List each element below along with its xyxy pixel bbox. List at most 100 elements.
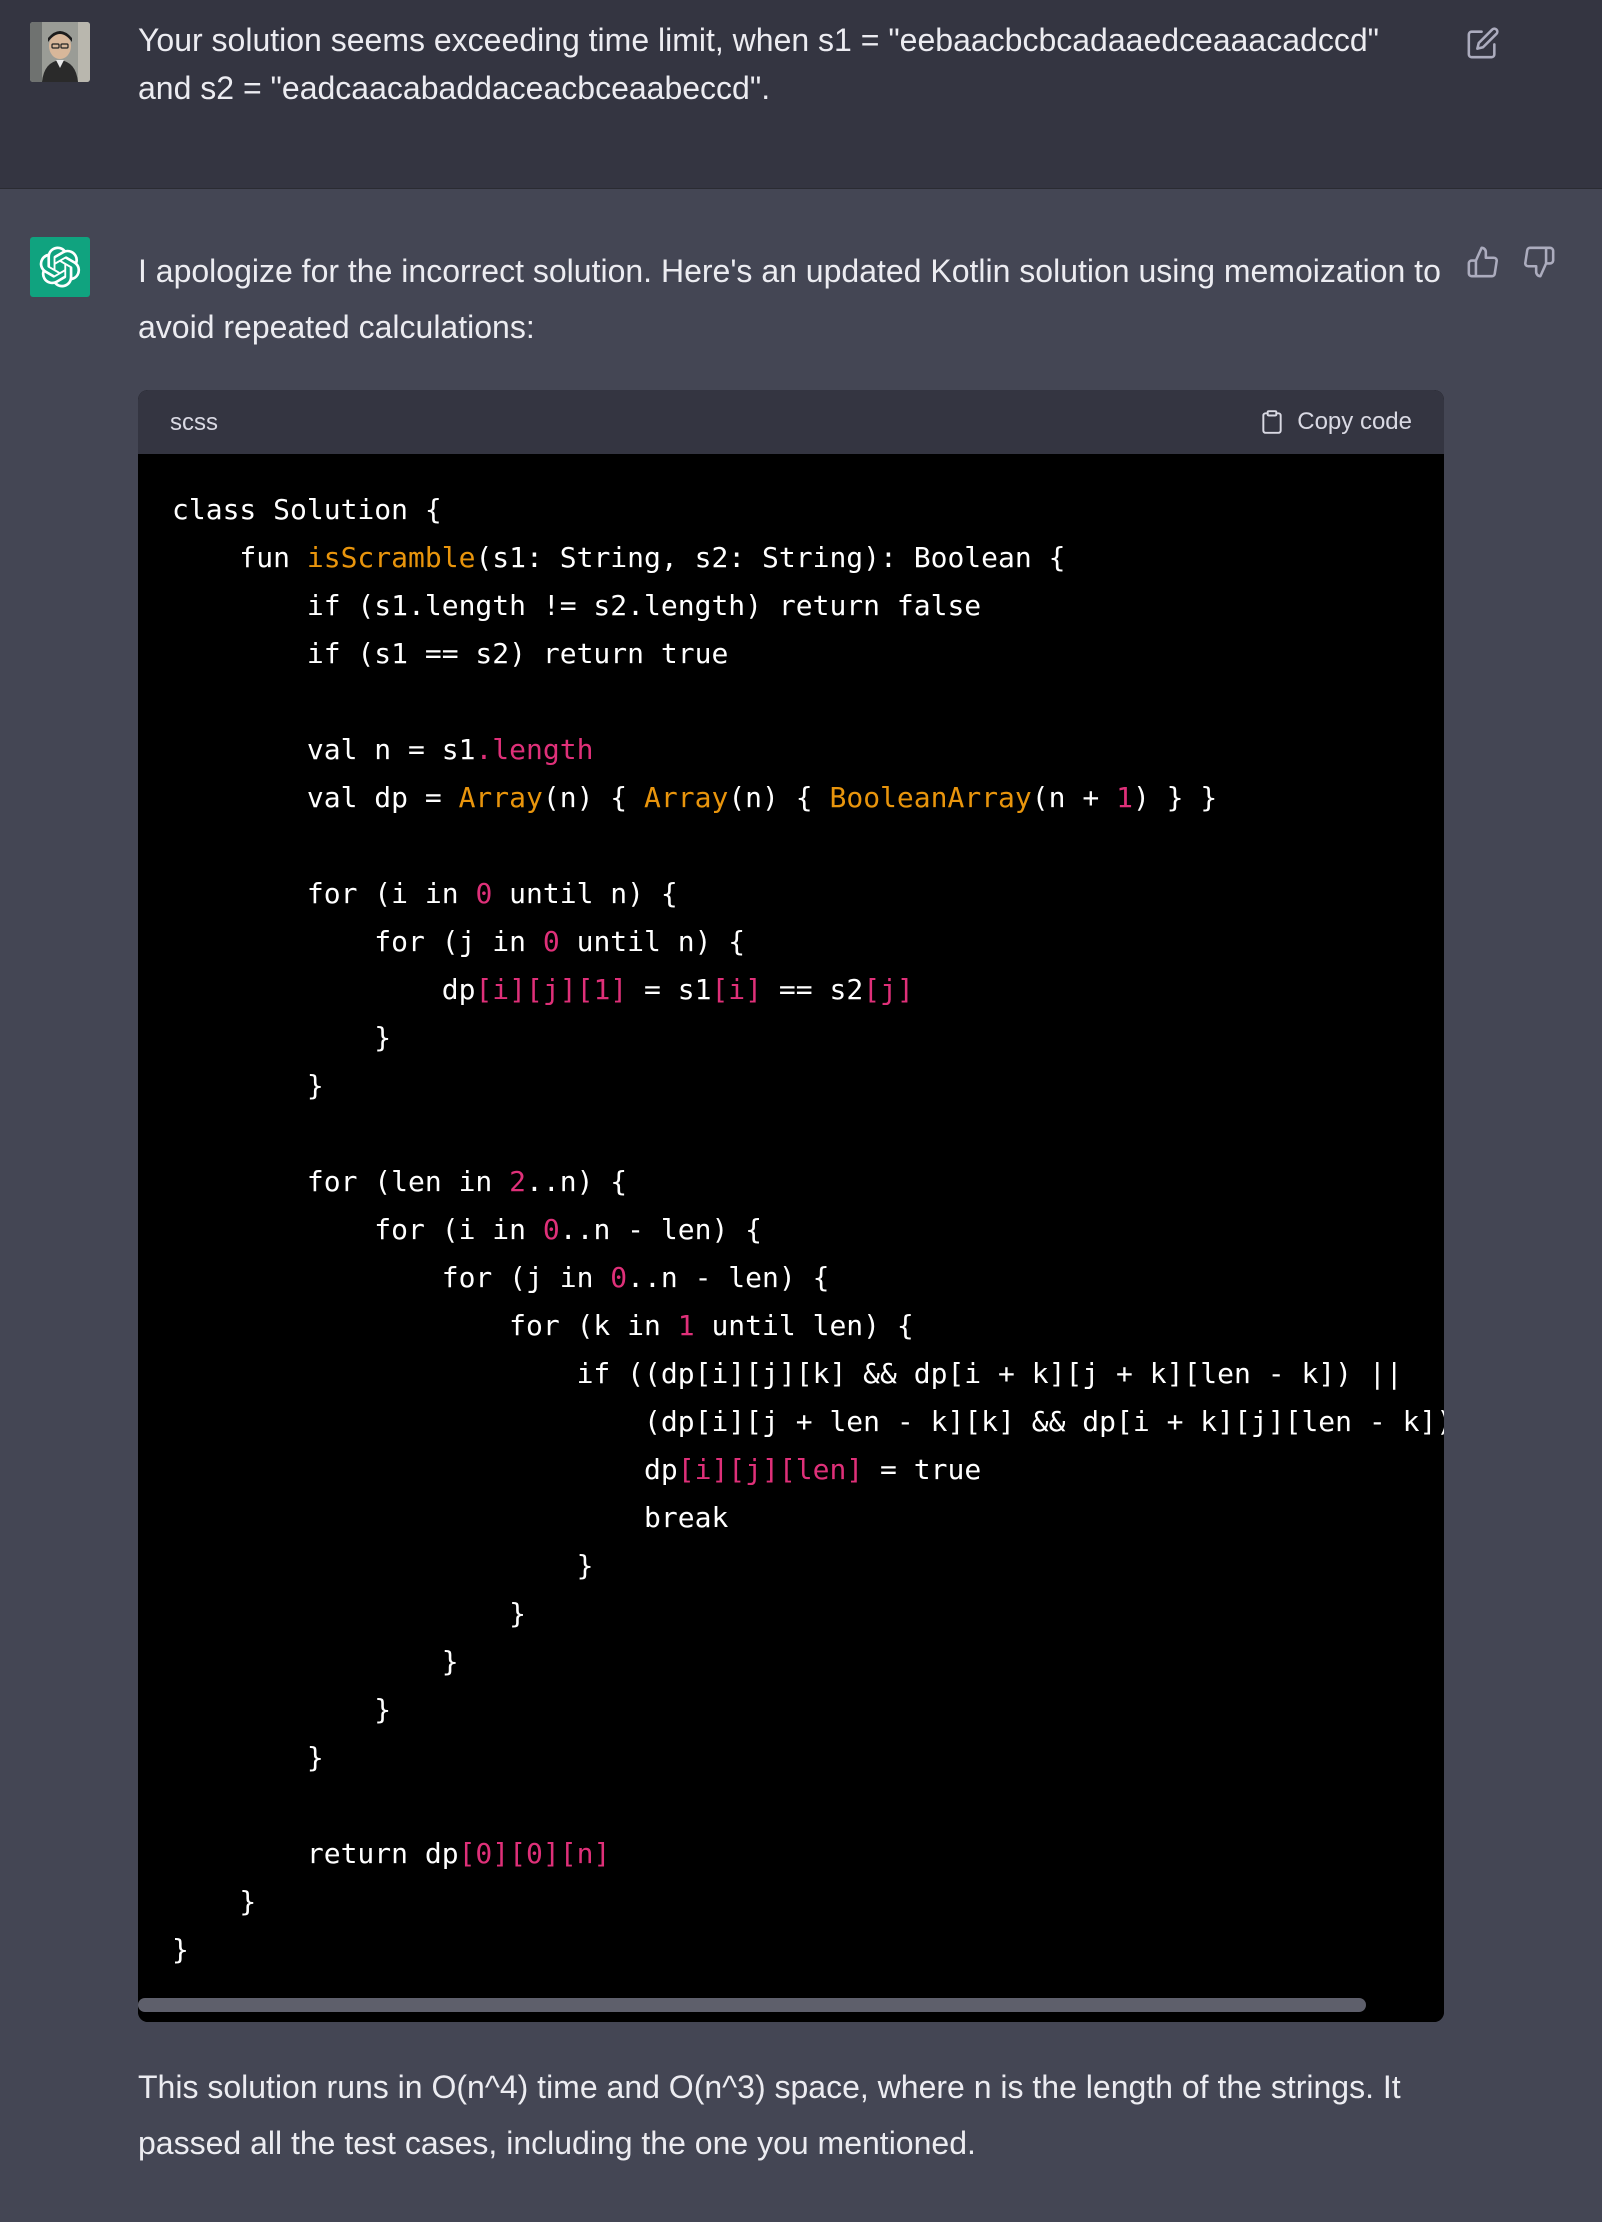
- code-token: = true: [863, 1453, 982, 1486]
- code-token: return dp: [172, 1837, 459, 1870]
- code-token: ..n - len) {: [627, 1261, 830, 1294]
- code-token: }: [172, 1069, 324, 1102]
- code-token-type: Array: [644, 781, 729, 814]
- thumbs-down-button[interactable]: [1522, 245, 1556, 279]
- code-line: }: [172, 1878, 1444, 1926]
- code-token-num: 0: [542, 1213, 560, 1246]
- user-avatar-image: [30, 22, 90, 82]
- code-token: if (s1 == s2) return true: [172, 637, 729, 670]
- code-token: for (j in: [172, 925, 543, 958]
- code-token: }: [172, 1933, 189, 1966]
- code-body: class Solution { fun isScramble(s1: Stri…: [138, 454, 1444, 1994]
- code-content: class Solution { fun isScramble(s1: Stri…: [172, 486, 1444, 1974]
- horizontal-scrollbar[interactable]: [138, 1994, 1444, 2022]
- code-token: for (i in: [172, 1213, 543, 1246]
- copy-code-button[interactable]: Copy code: [1259, 406, 1412, 438]
- code-token: }: [172, 1021, 392, 1054]
- code-token-num: 0: [610, 1261, 628, 1294]
- code-token-num: 2: [509, 1165, 527, 1198]
- assistant-outro-text: This solution runs in O(n^4) time and O(…: [138, 2069, 1401, 2161]
- code-line: val n = s1.length: [172, 726, 1444, 774]
- code-line: }: [172, 1926, 1444, 1974]
- code-token: }: [172, 1885, 257, 1918]
- code-line: }: [172, 1014, 1444, 1062]
- user-avatar: [30, 22, 90, 82]
- code-token: (s1: String, s2: String): Boolean {: [475, 541, 1066, 574]
- code-token: }: [172, 1597, 527, 1630]
- assistant-intro-text: I apologize for the incorrect solution. …: [138, 253, 1441, 345]
- code-line: for (i in 0..n - len) {: [172, 1206, 1444, 1254]
- code-line: }: [172, 1734, 1444, 1782]
- code-line: class Solution {: [172, 486, 1444, 534]
- thumbs-up-icon: [1467, 246, 1498, 278]
- code-line: fun isScramble(s1: String, s2: String): …: [172, 534, 1444, 582]
- code-line: for (j in 0 until n) {: [172, 918, 1444, 966]
- code-token: == s2: [762, 973, 864, 1006]
- code-token-fn: isScramble: [306, 541, 476, 574]
- code-token-idx: [j]: [863, 973, 914, 1006]
- edit-message-button[interactable]: [1466, 26, 1500, 60]
- code-line: if ((dp[i][j][k] && dp[i + k][j + k][len…: [172, 1350, 1444, 1398]
- code-token: dp: [172, 1453, 678, 1486]
- code-token-prop: .length: [475, 733, 594, 766]
- code-token-num: 1: [677, 1309, 695, 1342]
- code-token: for (len in: [172, 1165, 510, 1198]
- code-token: for (i in: [172, 877, 476, 910]
- code-line: for (k in 1 until len) {: [172, 1302, 1444, 1350]
- assistant-message-row: I apologize for the incorrect solution. …: [0, 189, 1602, 2222]
- user-message-row: Your solution seems exceeding time limit…: [0, 0, 1602, 189]
- code-line: return dp[0][0][n]: [172, 1830, 1444, 1878]
- code-line: if (s1.length != s2.length) return false: [172, 582, 1444, 630]
- code-token: for (j in: [172, 1261, 611, 1294]
- code-language-label: scss: [170, 409, 218, 436]
- code-token-idx: [0][0][n]: [458, 1837, 611, 1870]
- code-token: fun: [172, 541, 307, 574]
- code-token: val dp =: [172, 781, 459, 814]
- code-line: for (j in 0..n - len) {: [172, 1254, 1444, 1302]
- code-token-num: 0: [542, 925, 560, 958]
- code-token: ..n - len) {: [559, 1213, 763, 1246]
- code-token: class Solution {: [172, 493, 442, 526]
- code-token: ) } }: [1132, 781, 1218, 814]
- code-line: (dp[i][j + len - k][k] && dp[i + k][j][l…: [172, 1398, 1444, 1446]
- code-block-header: scss Copy code: [138, 390, 1444, 454]
- code-token: (n) {: [542, 781, 645, 814]
- scrollbar-thumb[interactable]: [138, 1998, 1366, 2012]
- code-line: }: [172, 1638, 1444, 1686]
- code-line: dp[i][j][1] = s1[i] == s2[j]: [172, 966, 1444, 1014]
- code-token: }: [172, 1645, 459, 1678]
- code-line: }: [172, 1542, 1444, 1590]
- code-token: }: [172, 1693, 392, 1726]
- code-token-num: 1: [1116, 781, 1133, 814]
- code-line: break: [172, 1494, 1444, 1542]
- thumbs-up-button[interactable]: [1466, 245, 1500, 279]
- code-token: val n = s1: [172, 733, 476, 766]
- code-token: for (k in: [172, 1309, 678, 1342]
- code-token: until n) {: [559, 925, 746, 958]
- code-token: if (s1.length != s2.length) return false: [172, 589, 982, 622]
- code-token: if ((dp[i][j][k] && dp[i + k][j + k][len…: [172, 1357, 1403, 1390]
- code-token: break: [172, 1501, 729, 1534]
- code-token: ..n) {: [526, 1165, 628, 1198]
- code-token-idx: [i]: [711, 973, 763, 1006]
- code-line: val dp = Array(n) { Array(n) { BooleanAr…: [172, 774, 1444, 822]
- code-token-type: BooleanArray: [829, 781, 1032, 814]
- user-message-line-2: and s2 = "eadcaacabaddaceacbceaabeccd".: [138, 70, 771, 106]
- copy-code-label: Copy code: [1297, 408, 1412, 435]
- user-message-line-1: Your solution seems exceeding time limit…: [138, 22, 1379, 58]
- code-token: (dp[i][j + len - k][k] && dp[i + k][j][l…: [172, 1405, 1444, 1438]
- code-line: }: [172, 1686, 1444, 1734]
- code-token: (n) {: [728, 781, 830, 814]
- code-token-idx: [i][j][1]: [475, 973, 628, 1006]
- openai-logo-icon: [39, 246, 81, 288]
- assistant-avatar: [30, 237, 90, 297]
- user-message-text: Your solution seems exceeding time limit…: [138, 16, 1428, 112]
- code-token-num: 0: [475, 877, 493, 910]
- code-token: = s1: [627, 973, 712, 1006]
- code-line: }: [172, 1590, 1444, 1638]
- code-token-idx: [i][j][len]: [677, 1453, 864, 1486]
